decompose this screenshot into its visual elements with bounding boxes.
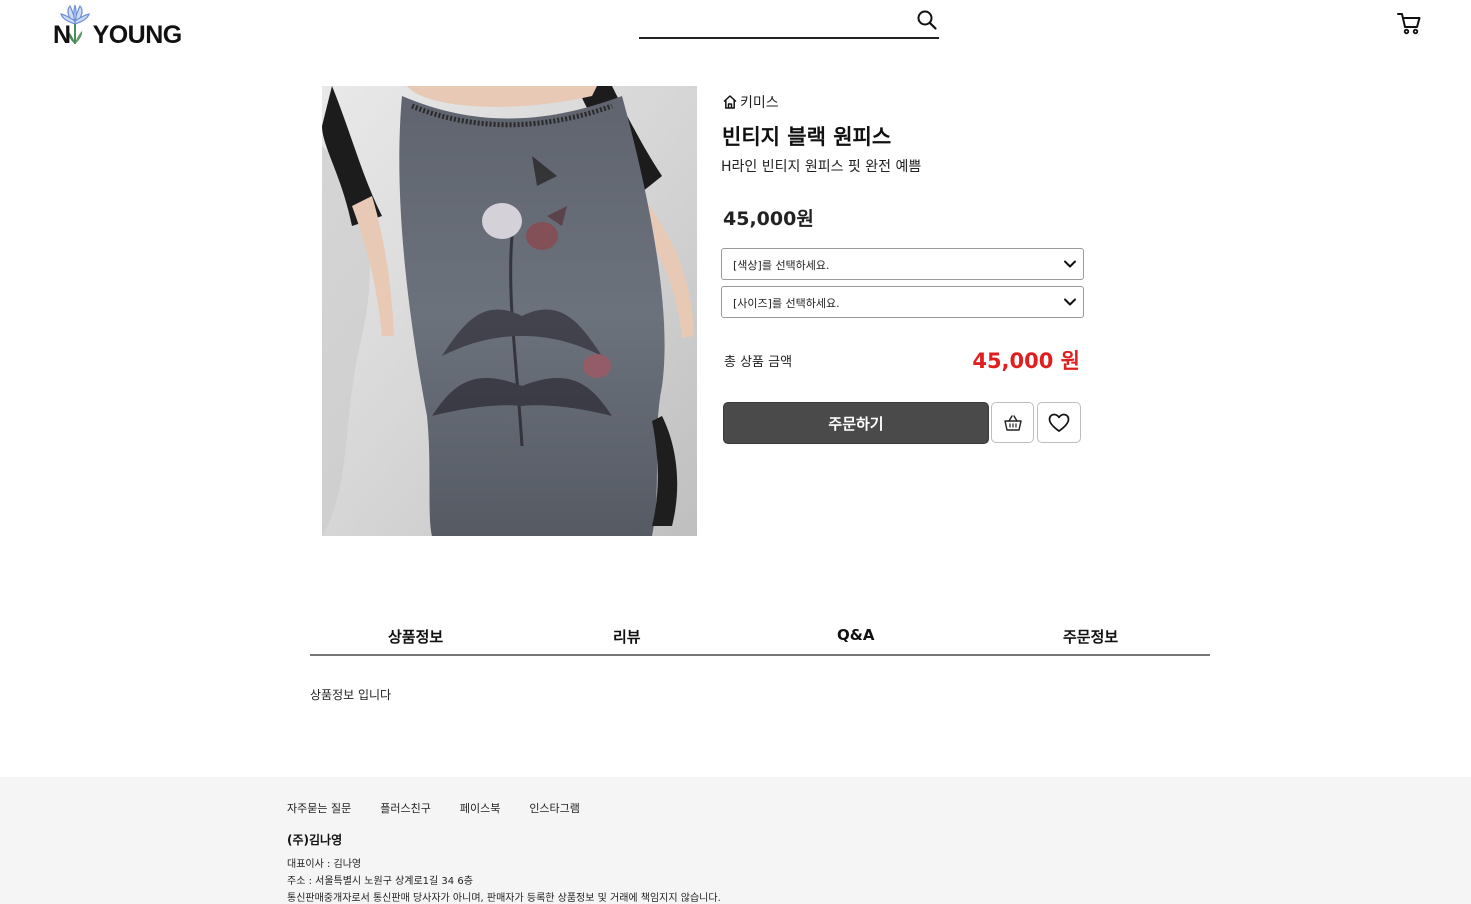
size-select-label: [사이즈]를 선택하세요. xyxy=(733,297,840,310)
search-input[interactable] xyxy=(639,6,909,36)
color-select[interactable]: [색상]를 선택하세요. xyxy=(721,248,1084,280)
address-info: 주소 : 서울특별시 노원구 상계로1길 34 6층 xyxy=(287,876,473,887)
chevron-down-icon xyxy=(1064,298,1076,306)
brand-link[interactable]: 키미스 xyxy=(722,92,779,112)
brand-name: 키미스 xyxy=(740,95,779,111)
tab-qna[interactable]: Q&A xyxy=(837,626,874,644)
search-bar xyxy=(639,6,939,39)
product-price: 45,000원 xyxy=(723,208,814,230)
product-tabs: 상품정보 리뷰 Q&A 주문정보 xyxy=(310,620,1210,656)
tab-order-info[interactable]: 주문정보 xyxy=(1063,626,1118,647)
wishlist-button[interactable] xyxy=(1037,402,1081,443)
add-to-basket-button[interactable] xyxy=(991,402,1034,443)
total-price-label: 총 상품 금액 xyxy=(724,355,793,370)
footer: 자주묻는 질문 플러스친구 페이스북 인스타그램 (주)김나영 대표이사 : 김… xyxy=(0,777,1471,904)
size-select[interactable]: [사이즈]를 선택하세요. xyxy=(721,286,1084,318)
footer-link-plusfriend[interactable]: 플러스친구 xyxy=(380,800,431,816)
search-icon[interactable] xyxy=(915,8,939,32)
cart-icon[interactable] xyxy=(1396,10,1422,36)
order-button[interactable]: 주문하기 xyxy=(723,402,989,444)
footer-link-instagram[interactable]: 인스타그램 xyxy=(529,800,580,816)
heart-icon xyxy=(1048,413,1070,432)
tab-product-info[interactable]: 상품정보 xyxy=(388,626,443,647)
product-image[interactable] xyxy=(322,86,697,536)
footer-link-facebook[interactable]: 페이스북 xyxy=(460,800,500,816)
company-name: (주)김나영 xyxy=(287,833,343,847)
footer-link-faq[interactable]: 자주묻는 질문 xyxy=(287,800,351,816)
footer-links: 자주묻는 질문 플러스친구 페이스북 인스타그램 xyxy=(287,800,609,816)
site-logo[interactable]: N YOUNG xyxy=(52,4,182,52)
legal-notice: 통신판매중개자로서 통신판매 당사자가 아니며, 판매자가 등록한 상품정보 및… xyxy=(287,893,721,904)
color-select-label: [색상]를 선택하세요. xyxy=(733,259,830,272)
product-image-graphic xyxy=(322,86,697,536)
product-title: 빈티지 블랙 원피스 xyxy=(722,125,892,149)
ceo-info: 대표이사 : 김나영 xyxy=(287,859,362,870)
logo-text-right: YOUNG xyxy=(92,21,183,49)
tab-content-text: 상품정보 입니다 xyxy=(310,688,392,702)
logo-wordmark: N YOUNG xyxy=(53,21,182,50)
product-subtitle: H라인 빈티지 원피스 핏 완전 예쁨 xyxy=(721,159,922,175)
total-price-value: 45,000 원 xyxy=(972,349,1080,373)
logo-text-left: N xyxy=(53,21,71,49)
page: N YOUNG 키미스 빈티지 블랙 원피스 H라인 빈티지 원피스 핏 완전 … xyxy=(0,0,1471,904)
tab-review[interactable]: 리뷰 xyxy=(613,626,641,647)
chevron-down-icon xyxy=(1064,260,1076,268)
basket-icon xyxy=(1003,414,1022,431)
home-icon xyxy=(723,95,737,109)
